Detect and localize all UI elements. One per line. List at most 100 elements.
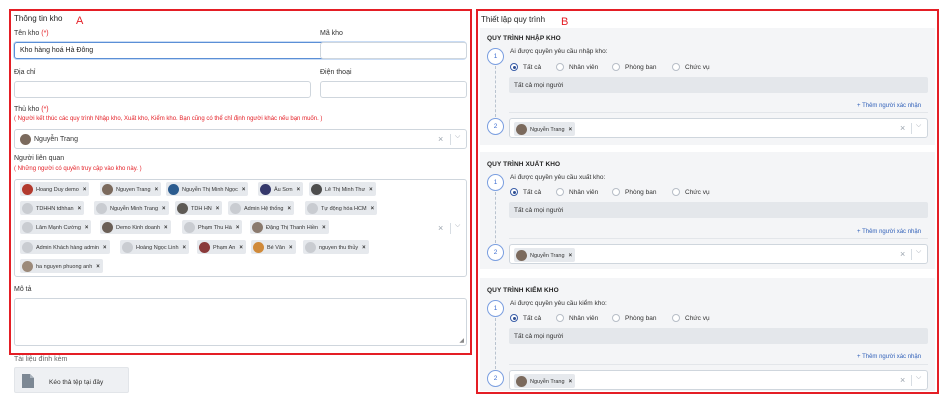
all-people-field: Tất cả mọi người bbox=[509, 77, 928, 93]
radio-icon bbox=[510, 314, 518, 322]
divider bbox=[509, 364, 928, 365]
approver-chip: Nguyễn Trang × bbox=[514, 374, 576, 388]
warehouse-code-input[interactable] bbox=[320, 42, 467, 59]
radio-option-all[interactable]: Tất cả bbox=[510, 63, 541, 71]
step-connector bbox=[495, 318, 496, 369]
marker-a: A bbox=[76, 15, 84, 27]
related-hint: ( Những người có quyền truy cập vào kho … bbox=[14, 166, 142, 172]
radio-option-department[interactable]: Phòng ban bbox=[612, 188, 656, 196]
step-badge: 2 bbox=[487, 118, 504, 135]
related-chip: Bé Vân × bbox=[251, 240, 296, 254]
avatar bbox=[307, 203, 318, 214]
radio-option-all[interactable]: Tất cả bbox=[510, 314, 541, 322]
radio-option-all[interactable]: Tất cả bbox=[510, 188, 541, 196]
remove-icon[interactable]: × bbox=[569, 127, 573, 133]
add-approver-link[interactable]: + Thêm người xác nhận bbox=[857, 229, 921, 235]
avatar bbox=[20, 134, 31, 145]
clear-icon[interactable]: × bbox=[900, 375, 905, 385]
divider bbox=[911, 249, 912, 260]
approver-chip: Nguyễn Trang × bbox=[514, 122, 576, 136]
remove-icon[interactable]: × bbox=[164, 225, 168, 231]
address-input[interactable] bbox=[14, 81, 311, 98]
divider bbox=[509, 238, 928, 239]
keeper-hint: ( Người kết thúc các quy trình Nhập kho,… bbox=[14, 116, 323, 122]
radio-icon bbox=[510, 63, 518, 71]
add-approver-link[interactable]: + Thêm người xác nhận bbox=[857, 354, 921, 360]
related-chip: Lâm Mạnh Cường × bbox=[20, 220, 92, 234]
related-chip: Phạm Thu Hà × bbox=[182, 220, 243, 234]
approver-select[interactable]: Nguyễn Trang × × ⌵ bbox=[509, 244, 928, 264]
remove-icon[interactable]: × bbox=[371, 206, 375, 212]
chevron-down-icon[interactable]: ⌵ bbox=[916, 122, 921, 130]
avatar bbox=[199, 242, 210, 253]
upload-dropzone[interactable]: Kéo thả tệp tại đây bbox=[14, 367, 129, 393]
remove-icon[interactable]: × bbox=[183, 245, 187, 251]
remove-icon[interactable]: × bbox=[83, 187, 87, 193]
remove-icon[interactable]: × bbox=[216, 206, 220, 212]
remove-icon[interactable]: × bbox=[287, 206, 291, 212]
remove-icon[interactable]: × bbox=[369, 187, 373, 193]
chevron-down-icon[interactable]: ⌵ bbox=[916, 248, 921, 256]
related-chip: Phạm An × bbox=[197, 240, 246, 254]
radio-option-staff[interactable]: Nhân viên bbox=[556, 188, 598, 196]
phone-input[interactable] bbox=[320, 81, 467, 98]
divider bbox=[450, 223, 451, 234]
related-chip: Admin Hệ thống × bbox=[228, 201, 294, 215]
clear-icon[interactable]: × bbox=[438, 223, 443, 233]
avatar bbox=[122, 242, 133, 253]
radio-icon bbox=[672, 314, 680, 322]
remove-icon[interactable]: × bbox=[239, 245, 243, 251]
radio-option-position[interactable]: Chức vụ bbox=[672, 63, 710, 71]
radio-icon bbox=[612, 188, 620, 196]
keeper-select[interactable]: Nguyễn Trang × ⌵ bbox=[14, 129, 467, 149]
avatar bbox=[516, 124, 527, 135]
avatar bbox=[177, 203, 188, 214]
related-chip: Âu Sơn × bbox=[258, 182, 304, 196]
related-chip: Hoang Duy demo × bbox=[20, 182, 90, 196]
avatar bbox=[22, 261, 33, 272]
clear-icon[interactable]: × bbox=[900, 123, 905, 133]
related-chip: Nguyễn Thị Minh Ngọc × bbox=[166, 182, 249, 196]
clear-icon[interactable]: × bbox=[900, 249, 905, 259]
remove-icon[interactable]: × bbox=[155, 187, 159, 193]
remove-icon[interactable]: × bbox=[236, 225, 240, 231]
remove-icon[interactable]: × bbox=[96, 264, 100, 270]
remove-icon[interactable]: × bbox=[322, 225, 326, 231]
description-textarea[interactable]: ◢ bbox=[14, 298, 467, 346]
remove-icon[interactable]: × bbox=[297, 187, 301, 193]
radio-option-department[interactable]: Phòng ban bbox=[612, 314, 656, 322]
approver-chip: Nguyễn Trang × bbox=[514, 248, 576, 262]
remove-icon[interactable]: × bbox=[242, 187, 246, 193]
approver-select[interactable]: Nguyễn Trang × × ⌵ bbox=[509, 370, 928, 390]
resize-handle-icon[interactable]: ◢ bbox=[459, 337, 464, 344]
radio-option-department[interactable]: Phòng ban bbox=[612, 63, 656, 71]
related-chip: ha nguyen phuong anh × bbox=[20, 259, 103, 273]
process-title: QUY TRÌNH NHẬP KHO bbox=[487, 35, 561, 42]
radio-option-staff[interactable]: Nhân viên bbox=[556, 314, 598, 322]
step-connector bbox=[495, 66, 496, 117]
approver-select[interactable]: Nguyễn Trang × × ⌵ bbox=[509, 118, 928, 138]
radio-option-position[interactable]: Chức vụ bbox=[672, 314, 710, 322]
related-chip: Hoàng Ngọc Linh × bbox=[120, 240, 190, 254]
remove-icon[interactable]: × bbox=[85, 225, 89, 231]
avatar bbox=[184, 222, 195, 233]
remove-icon[interactable]: × bbox=[162, 206, 166, 212]
clear-icon[interactable]: × bbox=[438, 134, 443, 144]
related-chip: Admin Khách hàng admin × bbox=[20, 240, 110, 254]
remove-icon[interactable]: × bbox=[78, 206, 82, 212]
add-approver-link[interactable]: + Thêm người xác nhận bbox=[857, 103, 921, 109]
divider bbox=[509, 112, 928, 113]
chevron-down-icon[interactable]: ⌵ bbox=[916, 374, 921, 382]
remove-icon[interactable]: × bbox=[289, 245, 293, 251]
radio-icon bbox=[672, 188, 680, 196]
radio-option-staff[interactable]: Nhân viên bbox=[556, 63, 598, 71]
remove-icon[interactable]: × bbox=[103, 245, 107, 251]
chevron-down-icon[interactable]: ⌵ bbox=[455, 222, 460, 230]
radio-option-position[interactable]: Chức vụ bbox=[672, 188, 710, 196]
chevron-down-icon[interactable]: ⌵ bbox=[455, 133, 460, 141]
remove-icon[interactable]: × bbox=[569, 379, 573, 385]
radio-icon bbox=[612, 314, 620, 322]
related-chip: Demo Kinh doanh × bbox=[100, 220, 171, 234]
remove-icon[interactable]: × bbox=[362, 245, 366, 251]
remove-icon[interactable]: × bbox=[569, 253, 573, 259]
